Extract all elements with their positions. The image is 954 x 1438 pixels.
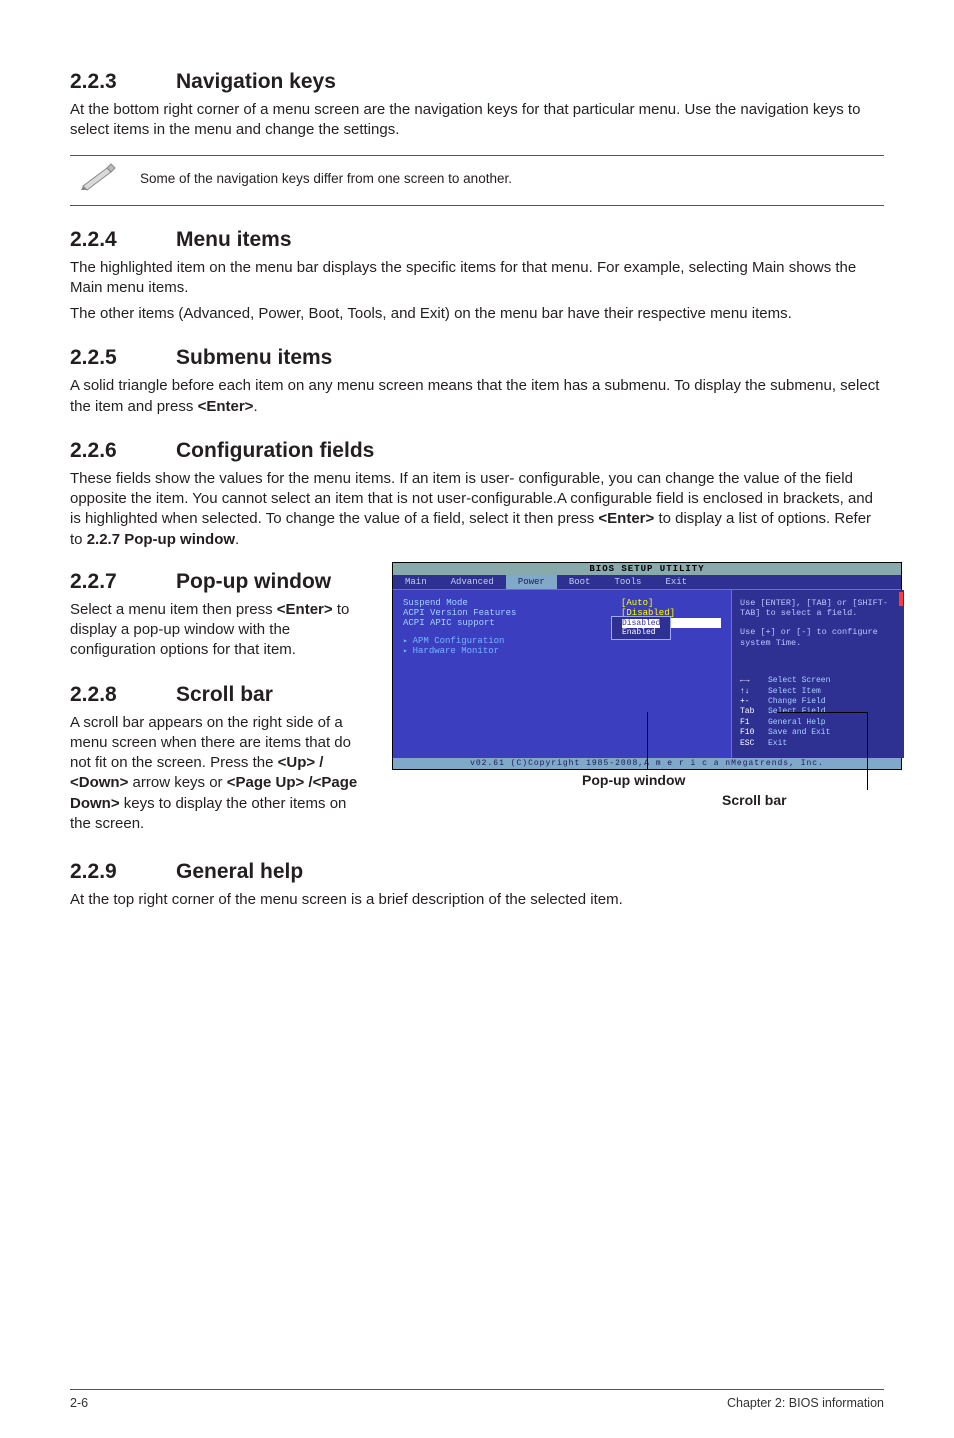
note-pen-icon bbox=[70, 162, 128, 197]
bios-scroll-thumb[interactable] bbox=[899, 592, 903, 606]
xref: 2.2.7 Pop-up window bbox=[87, 531, 235, 548]
bios-menu-advanced[interactable]: Advanced bbox=[439, 575, 506, 589]
sectitle: Submenu items bbox=[176, 346, 332, 369]
secnum: 2.2.6 bbox=[70, 439, 176, 463]
bios-scrollbar[interactable] bbox=[898, 590, 904, 758]
key-desc: Exit bbox=[768, 739, 787, 749]
key-desc: Select Screen bbox=[768, 676, 830, 686]
secnum: 2.2.9 bbox=[70, 860, 176, 884]
callout-popup-label: Pop-up window bbox=[582, 772, 685, 788]
key-desc: Select Item bbox=[768, 687, 821, 697]
note-block: Some of the navigation keys differ from … bbox=[70, 155, 884, 206]
heading-2-2-6: 2.2.6Configuration fields bbox=[70, 439, 884, 463]
bios-field-row[interactable]: ACPI APIC support [Enabled] bbox=[403, 618, 721, 628]
bios-field-row[interactable]: ACPI Version Features [Disabled] bbox=[403, 608, 721, 618]
run: arrow keys or bbox=[128, 774, 226, 791]
note-text: Some of the navigation keys differ from … bbox=[128, 170, 512, 188]
bios-menubar: Main Advanced Power Boot Tools Exit bbox=[393, 575, 901, 590]
keycap: <Enter> bbox=[598, 510, 654, 527]
bios-title: BIOS SETUP UTILITY bbox=[393, 563, 901, 575]
heading-2-2-3: 2.2.3Navigation keys bbox=[70, 70, 884, 94]
bios-popup-option[interactable]: Enabled bbox=[622, 628, 660, 637]
bios-submenu-item[interactable]: APM Configuration bbox=[403, 636, 721, 646]
bios-field-label: Suspend Mode bbox=[403, 598, 621, 608]
bios-submenu-item[interactable]: Hardware Monitor bbox=[403, 646, 721, 656]
key: ↑↓ bbox=[740, 687, 768, 697]
bios-help-pane: Use [ENTER], [TAB] or [SHIFT-TAB] to sel… bbox=[731, 590, 901, 758]
bios-field-label: ACPI Version Features bbox=[403, 608, 621, 618]
secnum: 2.2.3 bbox=[70, 70, 176, 94]
callout-line bbox=[647, 712, 648, 770]
heading-2-2-7: 2.2.7Pop-up window bbox=[70, 570, 370, 594]
para: At the bottom right corner of a menu scr… bbox=[70, 100, 884, 141]
keycap: <Enter> bbox=[198, 398, 254, 415]
heading-2-2-9: 2.2.9General help bbox=[70, 860, 884, 884]
bios-field-row[interactable]: Suspend Mode [Auto] bbox=[403, 598, 721, 608]
secnum: 2.2.8 bbox=[70, 683, 176, 707]
chapter-name: Chapter 2: BIOS information bbox=[727, 1396, 884, 1410]
callout-line bbox=[867, 712, 868, 790]
secnum: 2.2.5 bbox=[70, 346, 176, 370]
secnum: 2.2.4 bbox=[70, 228, 176, 252]
callout-labels: Pop-up window Scroll bar bbox=[392, 770, 902, 830]
heading-2-2-5: 2.2.5Submenu items bbox=[70, 346, 884, 370]
bios-popup-window: Disabled Enabled bbox=[611, 616, 671, 640]
keycap: <Enter> bbox=[277, 601, 333, 618]
para: A solid triangle before each item on any… bbox=[70, 376, 884, 417]
para: The other items (Advanced, Power, Boot, … bbox=[70, 304, 884, 324]
page-footer: 2-6 Chapter 2: BIOS information bbox=[70, 1389, 884, 1410]
bios-field-value: [Auto] bbox=[621, 598, 721, 608]
page-number: 2-6 bbox=[70, 1396, 88, 1410]
para: The highlighted item on the menu bar dis… bbox=[70, 258, 884, 299]
para: A scroll bar appears on the right side o… bbox=[70, 713, 370, 835]
key: F10 bbox=[740, 728, 768, 738]
bios-field-label: ACPI APIC support bbox=[403, 618, 621, 628]
sectitle: Configuration fields bbox=[176, 439, 374, 462]
sectitle: Pop-up window bbox=[176, 570, 331, 593]
rule bbox=[70, 205, 884, 206]
run: Select a menu item then press bbox=[70, 601, 277, 618]
key: ←→ bbox=[740, 676, 768, 686]
bios-menu-tools[interactable]: Tools bbox=[602, 575, 653, 589]
key: +- bbox=[740, 697, 768, 707]
heading-2-2-8: 2.2.8Scroll bar bbox=[70, 683, 370, 707]
key-desc: General Help bbox=[768, 718, 826, 728]
bios-popup-option[interactable]: Disabled bbox=[622, 619, 660, 628]
run: . bbox=[235, 531, 239, 548]
run: A solid triangle before each item on any… bbox=[70, 377, 879, 414]
para: Select a menu item then press <Enter> to… bbox=[70, 600, 370, 661]
key: Tab bbox=[740, 707, 768, 717]
bios-main-pane: Suspend Mode [Auto] ACPI Version Feature… bbox=[393, 590, 731, 758]
secnum: 2.2.7 bbox=[70, 570, 176, 594]
key-desc: Change Field bbox=[768, 697, 826, 707]
para: At the top right corner of the menu scre… bbox=[70, 890, 884, 910]
bios-menu-exit[interactable]: Exit bbox=[653, 575, 699, 589]
sectitle: Navigation keys bbox=[176, 70, 336, 93]
sectitle: Menu items bbox=[176, 228, 292, 251]
sectitle: General help bbox=[176, 860, 303, 883]
bios-menu-boot[interactable]: Boot bbox=[557, 575, 603, 589]
run: . bbox=[253, 398, 257, 415]
heading-2-2-4: 2.2.4Menu items bbox=[70, 228, 884, 252]
para: These fields show the values for the men… bbox=[70, 469, 884, 550]
callout-line bbox=[777, 712, 867, 713]
key: ESC bbox=[740, 739, 768, 749]
callout-scroll-label: Scroll bar bbox=[722, 792, 787, 808]
bios-menu-main[interactable]: Main bbox=[393, 575, 439, 589]
bios-help-text: Use [ENTER], [TAB] or [SHIFT-TAB] to sel… bbox=[740, 598, 893, 619]
key-desc: Save and Exit bbox=[768, 728, 830, 738]
bios-menu-power[interactable]: Power bbox=[506, 575, 557, 589]
key: F1 bbox=[740, 718, 768, 728]
sectitle: Scroll bar bbox=[176, 683, 273, 706]
bios-help-text: Use [+] or [-] to configure system Time. bbox=[740, 627, 893, 648]
